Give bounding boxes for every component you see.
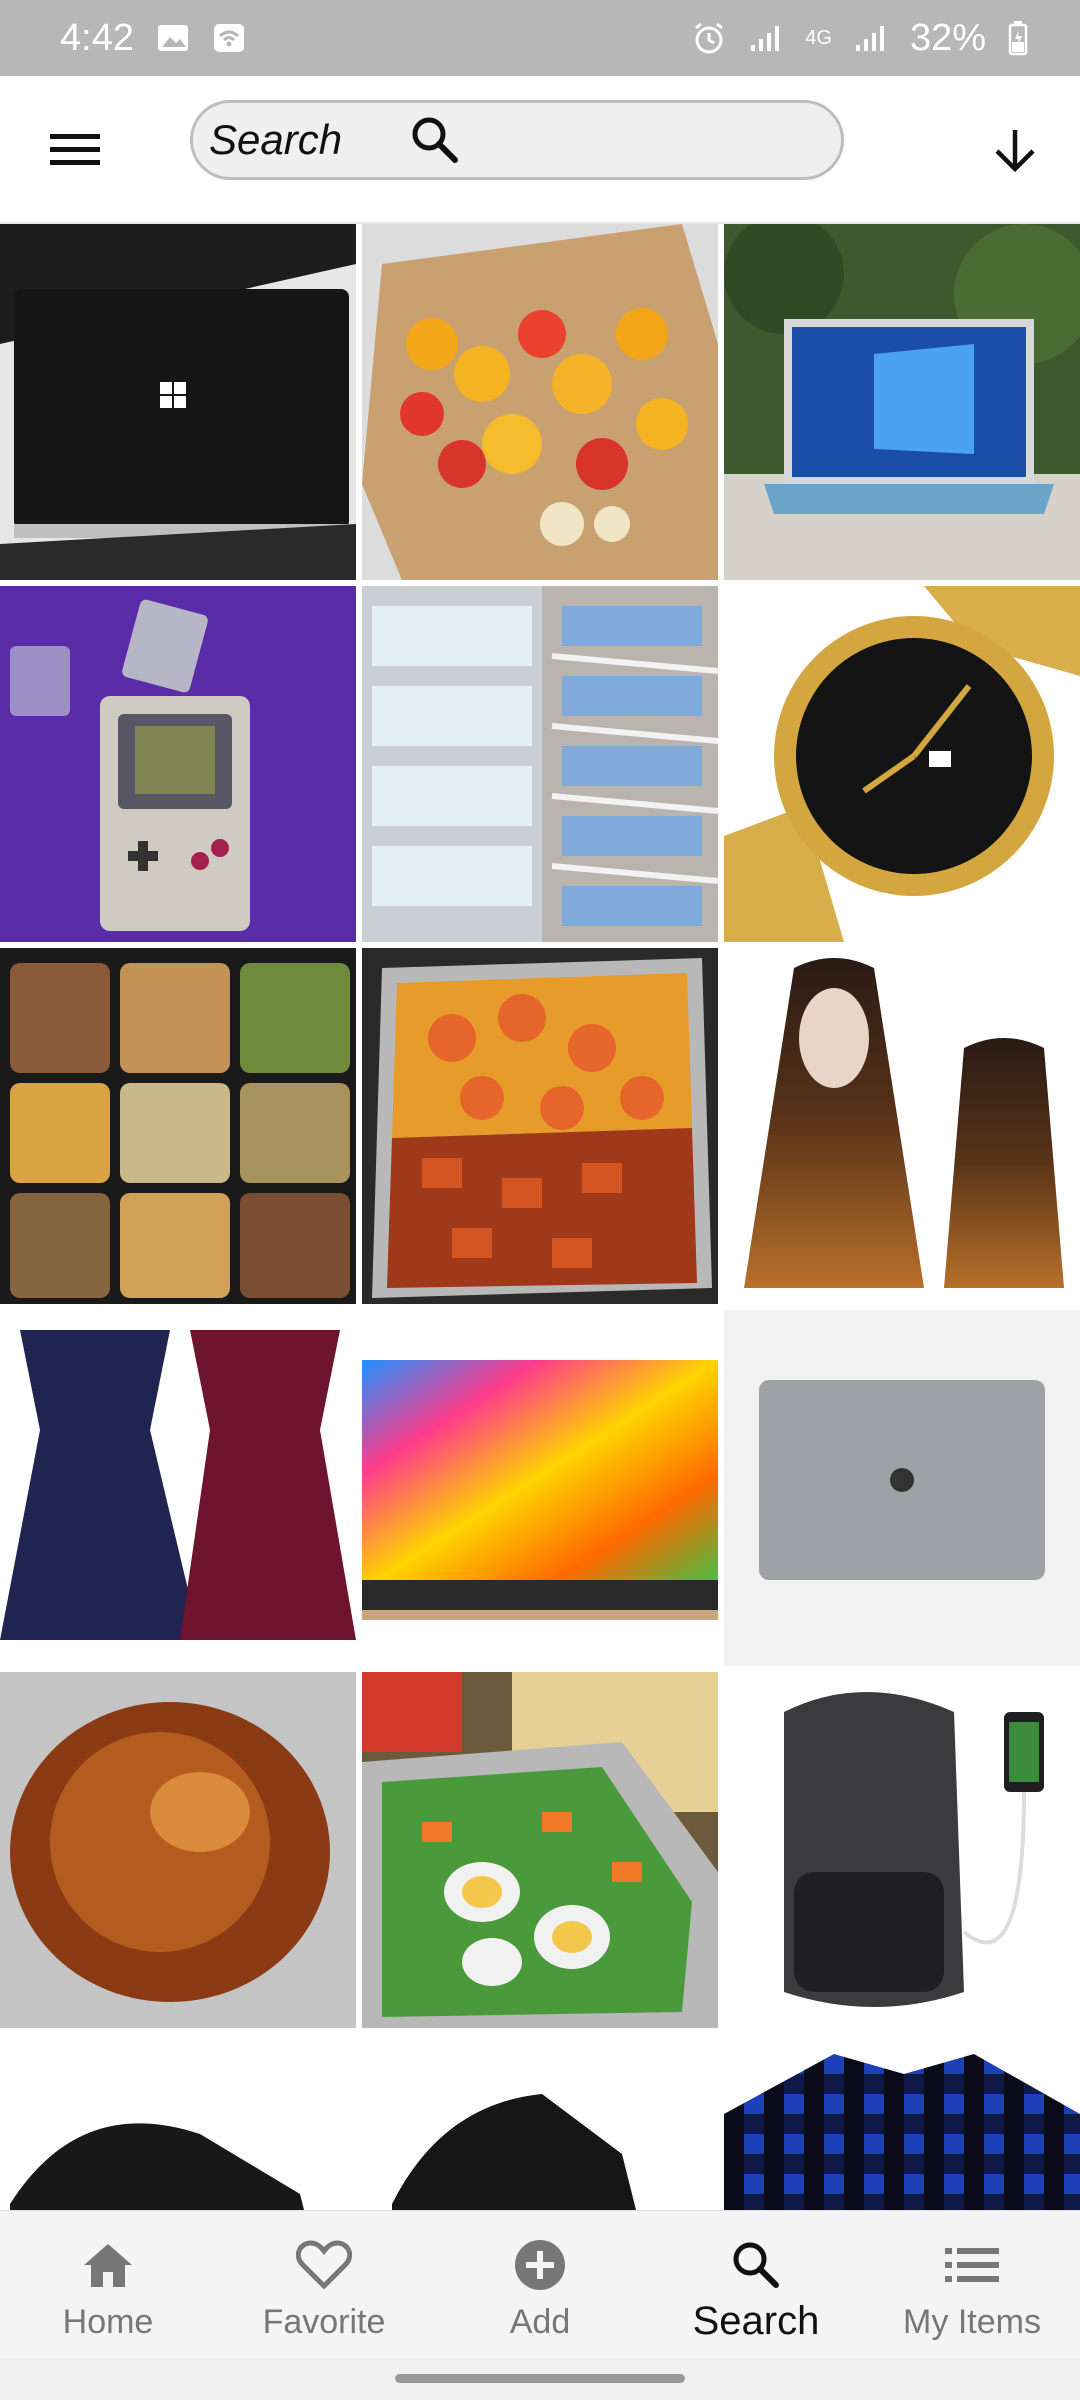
grid-item-ombre-wigs[interactable] <box>724 948 1080 1304</box>
grid-item-roasted-chicken[interactable] <box>0 1672 356 2028</box>
nav-label-favorite: Favorite <box>262 2303 386 2341</box>
grid-item-meal-prep-containers[interactable] <box>0 948 356 1304</box>
bottom-nav: Home Favorite Add Search My Items <box>0 2210 1080 2358</box>
search-icon <box>730 2235 782 2295</box>
signal-icon-2 <box>854 23 888 53</box>
nav-label-home: Home <box>62 2303 154 2341</box>
download-button[interactable] <box>985 120 1045 180</box>
arrow-down-icon <box>995 130 1035 173</box>
home-icon <box>82 2235 134 2295</box>
grid-item-black-laptop[interactable] <box>0 224 356 580</box>
status-right: 4G 32% <box>691 17 1028 60</box>
grid-item-game-boy[interactable] <box>0 586 356 942</box>
grid-item-black-sneaker[interactable] <box>0 2034 356 2210</box>
gesture-area <box>0 2358 1080 2400</box>
nav-label-add: Add <box>509 2303 571 2341</box>
status-bar: 4:42 4G 32% <box>0 0 1080 76</box>
menu-button[interactable] <box>40 120 110 180</box>
grid-item-black-sneaker-2[interactable] <box>362 2034 718 2210</box>
gesture-handle[interactable] <box>395 2374 685 2383</box>
nav-item-my-items[interactable]: My Items <box>864 2211 1080 2358</box>
grid-item-colorful-laptop[interactable] <box>362 1310 718 1666</box>
battery-icon <box>1008 20 1028 56</box>
nav-item-search[interactable]: Search <box>648 2211 864 2358</box>
nav-label-my-items: My Items <box>903 2303 1041 2341</box>
grid-item-gold-wristwatch[interactable] <box>724 586 1080 942</box>
search-input[interactable]: Search <box>190 100 844 180</box>
grid-item-water-bottles-fridge[interactable] <box>362 586 718 942</box>
network-type: 4G <box>805 27 832 49</box>
image-icon <box>156 23 190 53</box>
add-circle-icon <box>513 2235 567 2295</box>
app-bar: Search <box>0 76 1080 224</box>
heart-icon <box>296 2235 352 2295</box>
nav-item-add[interactable]: Add <box>432 2211 648 2358</box>
search-icon[interactable] <box>409 114 461 166</box>
status-time: 4:42 <box>60 16 134 59</box>
nav-label-search: Search <box>692 2299 820 2343</box>
list-icon <box>945 2235 999 2295</box>
grid-item-shrimp-noodles-tray[interactable] <box>362 948 718 1304</box>
product-grid <box>0 224 1080 2210</box>
grid-item-off-shoulder-dresses[interactable] <box>0 1310 356 1666</box>
grid-item-salad-platter[interactable] <box>362 1672 718 2028</box>
grid-item-fruit-platter[interactable] <box>362 224 718 580</box>
wifi-icon <box>212 22 246 54</box>
grid-item-plaid-shirt[interactable] <box>724 2034 1080 2210</box>
nav-item-favorite[interactable]: Favorite <box>216 2211 432 2358</box>
grid-item-silver-macbook[interactable] <box>724 1310 1080 1666</box>
search-placeholder: Search <box>209 116 343 163</box>
battery-percent: 32% <box>909 16 986 59</box>
signal-icon <box>749 23 783 53</box>
status-left: 4:42 <box>60 17 246 60</box>
nav-item-home[interactable]: Home <box>0 2211 216 2358</box>
grid-item-backpack-usb[interactable] <box>724 1672 1080 2028</box>
grid-item-surface-laptop[interactable] <box>724 224 1080 580</box>
hamburger-icon <box>50 134 100 165</box>
alarm-icon <box>691 20 727 56</box>
